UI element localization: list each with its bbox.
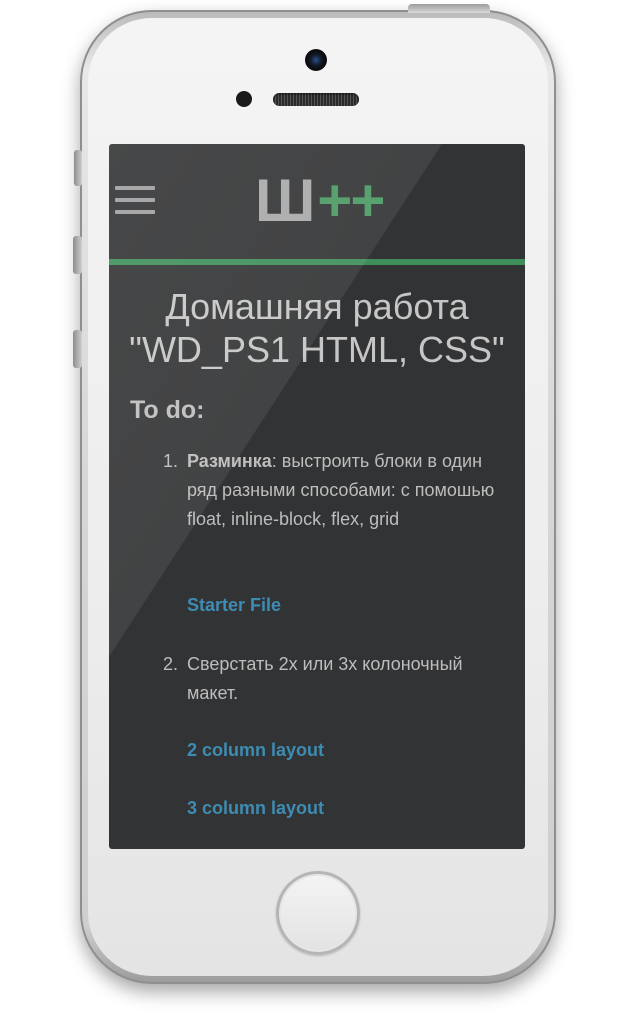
mute-switch (74, 150, 82, 186)
logo-letter: Ш (255, 167, 316, 234)
hamburger-menu-icon[interactable] (115, 184, 155, 216)
phone-screen: Ш++ Домашняя работа "WD_PS1 HTML, CSS" T… (109, 144, 525, 849)
proximity-sensor (236, 91, 252, 107)
todo-heading: To do: (130, 396, 205, 424)
list-item-number: 1. (163, 451, 179, 471)
two-column-layout-link[interactable]: 2 column layout (187, 738, 324, 762)
power-button (408, 4, 490, 13)
header-divider (109, 259, 525, 265)
earpiece-speaker (273, 93, 359, 106)
logo-plus: ++ (317, 167, 385, 234)
volume-up-button (73, 236, 82, 274)
list-item: 1. Разминка: выстроить блоки в один ряд … (163, 447, 497, 534)
volume-down-button (73, 330, 82, 368)
page-title-line1: Домашняя работа (165, 286, 469, 327)
site-logo[interactable]: Ш++ (255, 171, 385, 231)
site-header: Ш++ (109, 144, 525, 260)
three-column-layout-link[interactable]: 3 column layout (187, 796, 324, 820)
page-title: Домашняя работа "WD_PS1 HTML, CSS" (109, 285, 525, 371)
list-item: 2. Сверстать 2х или 3х колоночный макет. (163, 650, 497, 708)
front-camera (305, 49, 327, 71)
list-item-bold: Разминка (187, 451, 272, 471)
starter-file-link[interactable]: Starter File (187, 593, 281, 617)
list-item-text: Сверстать 2х или 3х колоночный макет. (187, 654, 463, 703)
list-item-number: 2. (163, 654, 179, 674)
home-button[interactable] (276, 871, 360, 955)
page-title-line2: "WD_PS1 HTML, CSS" (129, 329, 505, 370)
